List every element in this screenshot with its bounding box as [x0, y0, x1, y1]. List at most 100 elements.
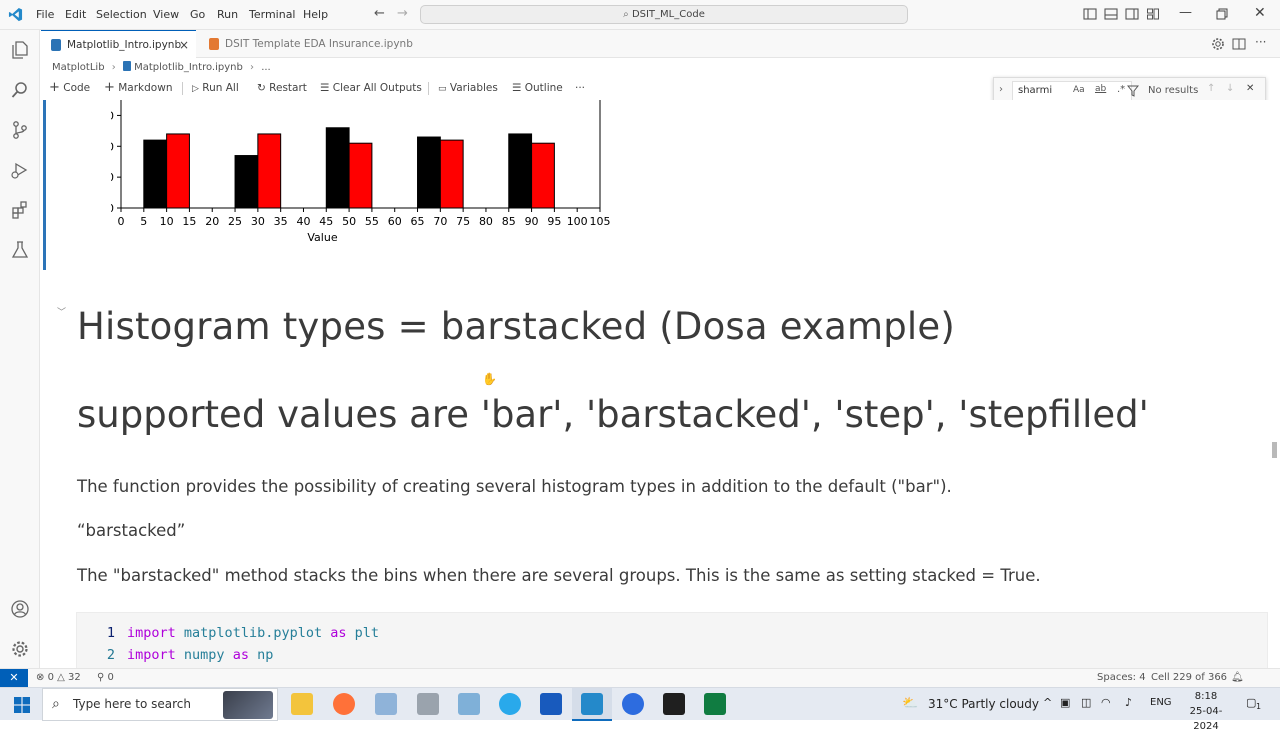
filter-icon[interactable]	[1127, 85, 1139, 97]
find-input[interactable]: sharmi Aa ab .*	[1012, 81, 1132, 101]
forward-arrow-icon[interactable]: →	[397, 6, 408, 21]
back-arrow-icon[interactable]: ←	[374, 6, 385, 21]
clock[interactable]: 8:18 25-04-2024	[1178, 689, 1234, 734]
close-find-icon[interactable]: ✕	[1246, 83, 1254, 94]
menu-view[interactable]: View	[153, 0, 179, 30]
menu-terminal[interactable]: Terminal	[249, 0, 296, 30]
breadcrumb-file[interactable]: Matplotlib_Intro.ipynb	[134, 62, 243, 73]
wifi-icon[interactable]: ◠	[1101, 696, 1111, 709]
taskbar-search-box[interactable]: ⌕ Type here to search	[42, 688, 278, 721]
run-debug-icon[interactable]	[10, 160, 30, 180]
bell-icon[interactable]: 🔔︎	[1231, 669, 1244, 687]
search-icon: ⌕	[52, 696, 60, 712]
next-match-icon[interactable]: ↓	[1226, 83, 1234, 94]
notification-icon[interactable]: ▢	[1246, 696, 1256, 709]
zoom-icon[interactable]	[622, 693, 644, 715]
menu-edit[interactable]: Edit	[65, 0, 86, 30]
toolbar-more-button[interactable]: ···	[575, 78, 585, 100]
notebook-file-icon	[209, 38, 219, 50]
gear-icon[interactable]	[1211, 37, 1225, 51]
search-icon[interactable]	[10, 80, 30, 100]
tab-close-icon[interactable]: ×	[179, 31, 189, 59]
command-center-search[interactable]: ⌕ DSIT_ML_Code	[420, 5, 908, 24]
add-code-button[interactable]: + Code	[49, 78, 90, 100]
tab-matplotlib-intro[interactable]: Matplotlib_Intro.ipynb ×	[41, 30, 196, 58]
app-icon[interactable]	[458, 693, 480, 715]
toggle-secondary-sidebar-icon[interactable]	[1125, 7, 1139, 21]
pycharm-icon[interactable]	[663, 693, 685, 715]
run-all-button[interactable]: ▷ Run All	[192, 78, 239, 100]
show-hidden-icons-icon[interactable]: ^	[1043, 696, 1052, 709]
keyword: as	[330, 625, 347, 641]
menu-go[interactable]: Go	[190, 0, 205, 30]
explorer-icon[interactable]	[10, 40, 30, 60]
gear-icon[interactable]	[10, 639, 30, 659]
breadcrumb-more[interactable]: ...	[261, 62, 271, 73]
cell-position-status[interactable]: Cell 229 of 366	[1151, 669, 1227, 687]
menu-help[interactable]: Help	[303, 0, 328, 30]
toggle-primary-sidebar-icon[interactable]	[1083, 7, 1097, 21]
weather-text[interactable]: 31°C Partly cloudy	[928, 697, 1039, 711]
language-indicator[interactable]: ENG	[1150, 697, 1172, 708]
status-bar: ✕ ⊗ 0 △ 32 ⚲ 0 Spaces: 4 Cell 229 of 366…	[0, 668, 1280, 688]
firefox-icon[interactable]	[333, 693, 355, 715]
weather-icon: ⛅	[902, 696, 919, 711]
volume-icon[interactable]: ♪	[1125, 696, 1132, 709]
chevron-right-icon[interactable]: ›	[999, 84, 1003, 95]
minimize-icon[interactable]: —	[1179, 5, 1192, 20]
y-tick-label: 10	[111, 171, 114, 184]
indentation-status[interactable]: Spaces: 4	[1097, 669, 1146, 687]
y-tick-label: 30	[111, 109, 114, 122]
split-editor-icon[interactable]	[1232, 37, 1246, 51]
line-number: 1	[106, 625, 115, 641]
x-axis-label: Value	[307, 231, 337, 244]
app-icon[interactable]	[417, 693, 439, 715]
clear-all-outputs-button[interactable]: ☰ Clear All Outputs	[320, 78, 422, 100]
restart-button[interactable]: ↻ Restart	[257, 78, 307, 100]
menu-selection[interactable]: Selection	[96, 0, 147, 30]
vertical-scrollbar[interactable]	[1272, 442, 1277, 458]
remote-indicator-icon[interactable]: ✕	[0, 669, 28, 688]
match-whole-word-toggle[interactable]: ab	[1095, 84, 1106, 94]
testing-flask-icon[interactable]	[10, 240, 30, 260]
problems-indicator[interactable]: ⊗ 0 △ 32	[36, 669, 81, 687]
histogram-bar	[166, 133, 190, 209]
file-explorer-icon[interactable]	[291, 693, 313, 715]
toggle-panel-icon[interactable]	[1104, 7, 1118, 21]
word-icon[interactable]	[540, 693, 562, 715]
ports-indicator[interactable]: ⚲ 0	[97, 669, 114, 687]
windows-start-icon[interactable]	[14, 697, 30, 713]
restore-window-icon[interactable]	[1215, 7, 1229, 21]
tab-dsit-template[interactable]: DSIT Template EDA Insurance.ipynb	[199, 30, 419, 58]
collapse-chevron-icon[interactable]: ﹀	[57, 305, 66, 318]
source-control-icon[interactable]	[10, 120, 30, 140]
histogram-bar	[439, 139, 464, 209]
ports-icon: ⚲	[97, 672, 105, 683]
tray-app-icon[interactable]: ▣	[1060, 696, 1070, 709]
x-tick-label: 25	[228, 215, 242, 228]
menu-run[interactable]: Run	[217, 0, 238, 30]
excel-icon[interactable]	[704, 693, 726, 715]
use-regex-toggle[interactable]: .*	[1117, 84, 1125, 95]
outline-button[interactable]: ☰ Outline	[512, 78, 563, 100]
code-cell[interactable]: 1 import matplotlib.pyplot as plt 2 import…	[76, 612, 1268, 668]
vscode-taskbar-active[interactable]	[572, 688, 612, 721]
extensions-icon[interactable]	[10, 200, 30, 220]
previous-match-icon[interactable]: ↑	[1207, 83, 1215, 94]
histogram-bar	[325, 127, 350, 209]
command-center-label: DSIT_ML_Code	[631, 9, 705, 20]
breadcrumb-folder[interactable]: MatplotLib	[52, 62, 105, 73]
more-actions-icon[interactable]: ···	[1255, 35, 1266, 49]
variables-button[interactable]: ▭ Variables	[438, 78, 498, 100]
close-window-icon[interactable]: ✕	[1254, 5, 1266, 21]
app-icon[interactable]	[375, 693, 397, 715]
telegram-icon[interactable]	[499, 693, 521, 715]
menu-file[interactable]: File	[36, 0, 54, 30]
network-icon[interactable]: ◫	[1081, 696, 1091, 709]
x-tick-label: 75	[456, 215, 470, 228]
add-markdown-button[interactable]: + Markdown	[104, 78, 172, 100]
match-case-toggle[interactable]: Aa	[1073, 85, 1085, 95]
accounts-icon[interactable]	[10, 599, 30, 619]
customize-layout-icon[interactable]	[1146, 7, 1160, 21]
chevron-right-icon: ›	[250, 62, 254, 73]
